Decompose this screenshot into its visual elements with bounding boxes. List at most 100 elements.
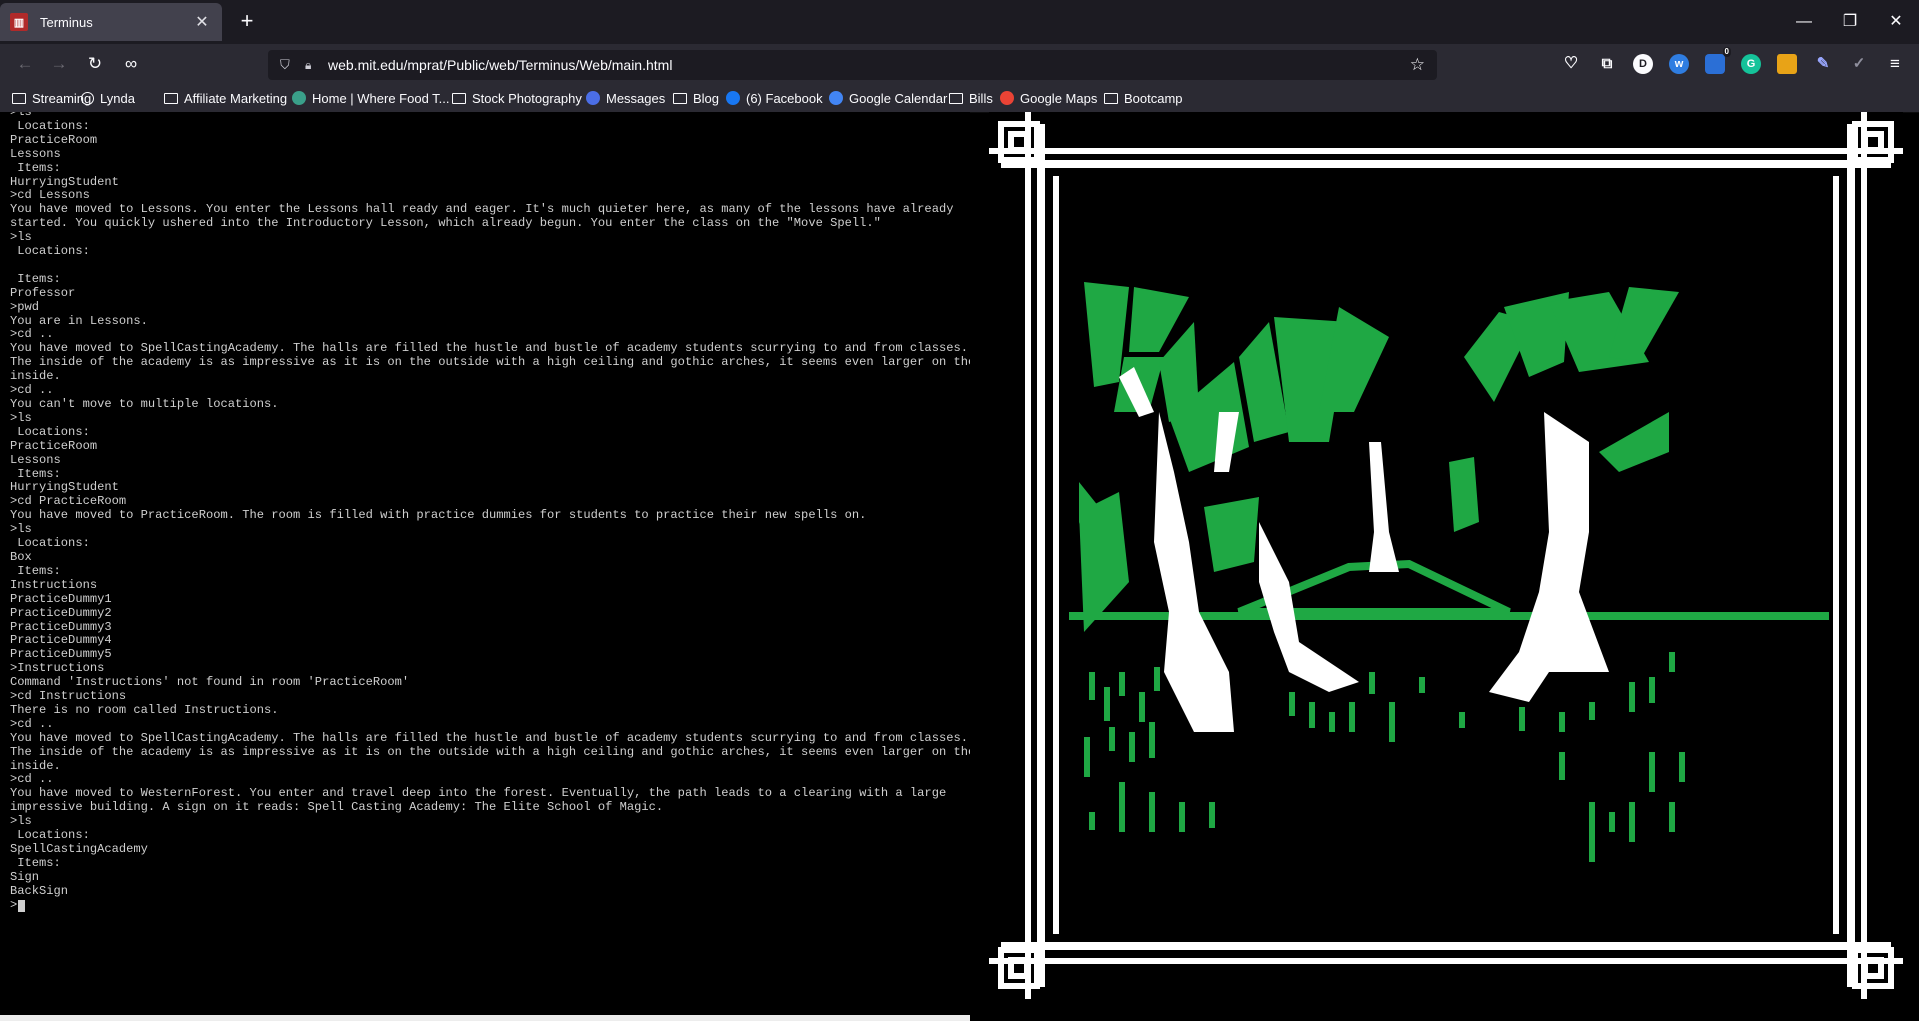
terminal-line: Locations:: [10, 828, 90, 843]
minimize-window-icon[interactable]: —: [1784, 8, 1824, 36]
reload-button[interactable]: ↻: [82, 52, 108, 76]
forward-button[interactable]: →: [46, 52, 72, 76]
bookmark-item[interactable]: Affiliate Marketing: [164, 89, 287, 107]
bookmark-star-icon[interactable]: ☆: [1410, 55, 1425, 75]
terminal-lines: >ls Locations: PracticeRoom Lessons Items:…: [10, 112, 970, 899]
close-window-icon[interactable]: ✕: [1876, 8, 1916, 36]
terminal-line: >cd PracticeRoom: [10, 494, 127, 509]
terminal-line: BackSign: [10, 883, 69, 898]
restore-window-icon[interactable]: ❐: [1830, 8, 1870, 36]
game-extension-icon[interactable]: [1777, 54, 1797, 74]
terminal-line: Instructions: [10, 577, 98, 592]
globe-icon: [81, 91, 94, 105]
terminal-prompt: >: [10, 897, 18, 912]
terminal-line: Professor: [10, 285, 76, 300]
bookmark-label: Google Maps: [1020, 90, 1098, 106]
private-mask-icon[interactable]: ∞: [118, 52, 144, 76]
terminal-line: Items:: [10, 160, 61, 175]
terminal-line: The inside of the academy is as impressi…: [10, 744, 970, 759]
tab-strip: ▥ Terminus ✕ + — ❐ ✕: [0, 0, 1919, 44]
terminal-line: You have moved to WesternForest. You ent…: [10, 786, 947, 801]
bookmark-item[interactable]: Bootcamp: [1104, 89, 1183, 107]
new-tab-button[interactable]: +: [234, 9, 260, 35]
folder-icon: [164, 92, 178, 104]
terminal-line: inside.: [10, 369, 61, 384]
terminal-line: Command 'Instructions' not found in room…: [10, 675, 410, 690]
bookmark-item[interactable]: Lynda: [81, 89, 135, 107]
google-icon: [1000, 91, 1014, 105]
terminal-line: Locations:: [10, 536, 90, 551]
horizontal-scrollbar[interactable]: [0, 1015, 970, 1021]
bookmark-label: Bootcamp: [1124, 90, 1183, 106]
terminal-line: >ls: [10, 230, 32, 245]
bookmark-item[interactable]: Bills: [949, 89, 993, 107]
folder-icon: [673, 92, 687, 104]
profile-extension-icon[interactable]: D: [1633, 54, 1653, 74]
terminal-line: >cd ..: [10, 383, 54, 398]
messages-icon: [586, 91, 600, 105]
terminal-line: PracticeDummy4: [10, 633, 112, 648]
extensions-icon[interactable]: ⧉: [1597, 54, 1617, 74]
bookmark-label: Messages: [606, 90, 666, 106]
wordtune-extension-icon[interactable]: w: [1669, 54, 1689, 74]
bookmark-item[interactable]: Messages: [586, 89, 665, 107]
terminal-line: >ls: [10, 522, 32, 537]
terminal-line: Items:: [10, 855, 61, 870]
terminal-input-line[interactable]: >: [10, 897, 970, 913]
bookmark-label: Bills: [969, 90, 993, 106]
tab-terminus[interactable]: ▥ Terminus ✕: [0, 3, 222, 41]
terminal-line: Locations:: [10, 244, 90, 259]
terminal-line: inside.: [10, 758, 61, 773]
terminal-line: PracticeRoom: [10, 438, 98, 453]
check-extension-icon[interactable]: ✓: [1849, 54, 1869, 74]
terminal-line: PracticeDummy2: [10, 605, 112, 620]
menu-icon[interactable]: ≡: [1885, 54, 1905, 74]
terminal-line: >pwd: [10, 299, 40, 314]
terminal-line: impressive building. A sign on it reads:…: [10, 800, 664, 815]
terminal-line: You have moved to SpellCastingAcademy. T…: [10, 730, 968, 745]
terminal-line: >ls: [10, 410, 32, 425]
grammarly-extension-icon[interactable]: G: [1741, 54, 1761, 74]
terminal-line: Items:: [10, 563, 61, 578]
terminal-line: Lessons: [10, 146, 61, 161]
close-tab-icon[interactable]: ✕: [192, 12, 212, 32]
terminal-line: The inside of the academy is as impressi…: [10, 355, 970, 370]
terminal-line: PracticeDummy3: [10, 619, 112, 634]
folder-icon: [12, 92, 26, 104]
bookmark-item[interactable]: Google Calendar: [829, 89, 947, 107]
terminal-line: HurryingStudent: [10, 480, 119, 495]
terminal-line: Sign: [10, 869, 40, 884]
folder-icon: [452, 92, 466, 104]
terminal-line: >Instructions: [10, 661, 105, 676]
back-button[interactable]: ←: [12, 52, 38, 76]
facebook-icon: [726, 91, 740, 105]
bookmark-item[interactable]: Stock Photography: [452, 89, 582, 107]
url-text[interactable]: web.mit.edu/mprat/Public/web/Terminus/We…: [328, 57, 672, 73]
bookmark-item[interactable]: Streaming: [12, 89, 91, 107]
tracking-shield-icon[interactable]: ⛉: [280, 57, 294, 73]
folder-icon: [1104, 92, 1118, 104]
terminal-line: Locations:: [10, 118, 90, 133]
terminal-line: Box: [10, 549, 32, 564]
bookmarks-toolbar: Streaming Lynda Affiliate Marketing Home | …: [0, 84, 1919, 113]
dropper-extension-icon[interactable]: ✎: [1813, 54, 1833, 74]
notification-extension-icon[interactable]: 0: [1705, 47, 1731, 74]
bookmark-item[interactable]: Home | Where Food T...: [292, 89, 450, 107]
terminal-line: PracticeDummy5: [10, 647, 112, 662]
terminal-line: >cd ..: [10, 327, 54, 342]
bookmark-item[interactable]: Blog: [673, 89, 719, 107]
bookmark-label: Blog: [693, 90, 720, 106]
terminal-line: You are in Lessons.: [10, 313, 148, 328]
pocket-icon[interactable]: ♡: [1561, 54, 1581, 74]
bookmark-label: Lynda: [100, 90, 135, 106]
lock-icon[interactable]: 🔒︎: [305, 57, 319, 73]
terminal-output[interactable]: >ls Locations: PracticeRoom Lessons Items:…: [0, 112, 970, 1016]
terminal-line: There is no room called Instructions.: [10, 702, 279, 717]
terminal-line: Items:: [10, 466, 61, 481]
bookmark-item[interactable]: Google Maps: [1000, 89, 1097, 107]
address-bar[interactable]: ⛉ 🔒︎ web.mit.edu/mprat/Public/web/Termin…: [268, 50, 1437, 80]
bookmark-label: Google Calendar: [849, 90, 948, 106]
terminal-line: >cd ..: [10, 716, 54, 731]
bookmark-item[interactable]: (6) Facebook: [726, 89, 823, 107]
